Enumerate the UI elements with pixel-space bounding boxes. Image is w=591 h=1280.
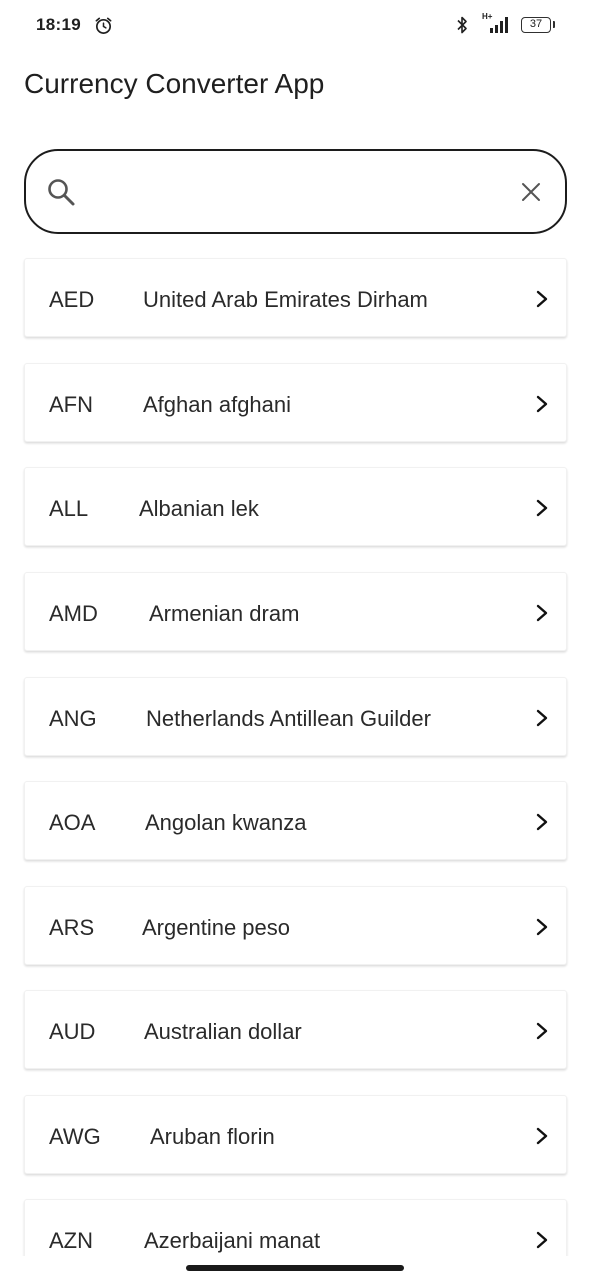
- list-item-aud[interactable]: AUD Australian dollar: [24, 990, 567, 1069]
- list-item-amd[interactable]: AMD Armenian dram: [24, 572, 567, 651]
- currency-code: ANG: [49, 706, 97, 731]
- currency-name: Afghan afghani: [143, 392, 292, 417]
- currency-name: Netherlands Antillean Guilder: [146, 706, 431, 731]
- chevron-right-icon: [536, 395, 548, 413]
- currency-name: Australian dollar: [144, 1019, 302, 1044]
- currency-name: Armenian dram: [149, 601, 300, 626]
- currency-code: ALL: [49, 496, 89, 521]
- chevron-right-icon: [536, 1231, 548, 1249]
- chevron-right-icon: [536, 813, 548, 831]
- list-item-all[interactable]: ALL Albanian lek: [24, 467, 567, 546]
- currency-name: Albanian lek: [139, 496, 259, 521]
- chevron-right-icon: [536, 918, 548, 936]
- list-item-aoa[interactable]: AOA Angolan kwanza: [24, 781, 567, 860]
- chevron-right-icon: [536, 709, 548, 727]
- currency-name: Argentine peso: [142, 915, 290, 940]
- currency-code: AWG: [49, 1124, 101, 1149]
- currency-name: Angolan kwanza: [145, 810, 307, 835]
- currency-code: AMD: [49, 601, 98, 626]
- list-item-ars[interactable]: ARS Argentine peso: [24, 886, 567, 965]
- currency-code: AOA: [49, 810, 96, 835]
- chevron-right-icon: [536, 499, 548, 517]
- chevron-right-icon: [536, 604, 548, 622]
- currency-name: Aruban florin: [150, 1124, 275, 1149]
- list-item-awg[interactable]: AWG Aruban florin: [24, 1095, 567, 1174]
- currency-code: AFN: [49, 392, 93, 417]
- currency-code: AED: [49, 287, 95, 312]
- chevron-right-icon: [536, 290, 548, 308]
- list-item-aed[interactable]: AED United Arab Emirates Dirham: [24, 258, 567, 337]
- currency-name: Azerbaijani manat: [144, 1228, 321, 1253]
- currency-list: AED United Arab Emirates Dirham AFN Afgh…: [0, 0, 591, 1280]
- currency-code: AUD: [49, 1019, 96, 1044]
- chevron-right-icon: [536, 1022, 548, 1040]
- currency-code: AZN: [49, 1228, 93, 1253]
- currency-code: ARS: [49, 915, 95, 940]
- currency-name: United Arab Emirates Dirham: [143, 287, 428, 312]
- list-item-afn[interactable]: AFN Afghan afghani: [24, 363, 567, 442]
- list-item-ang[interactable]: ANG Netherlands Antillean Guilder: [24, 677, 567, 756]
- home-indicator[interactable]: [186, 1265, 404, 1271]
- chevron-right-icon: [536, 1127, 548, 1145]
